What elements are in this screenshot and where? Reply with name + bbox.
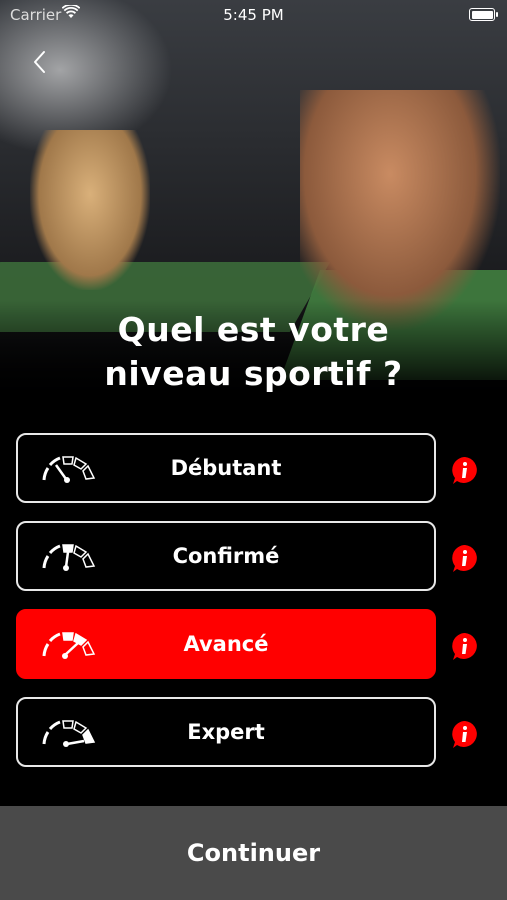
battery-icon [469, 8, 498, 21]
continue-button-label: Continuer [186, 839, 321, 867]
level-option-confirme[interactable]: Confirmé [16, 521, 436, 591]
level-label: Avancé [183, 632, 269, 656]
clock: 5:45 PM [223, 6, 284, 24]
info-icon[interactable] [450, 719, 480, 749]
level-label: Confirmé [172, 544, 280, 568]
continue-button[interactable]: Continuer [0, 806, 507, 900]
info-icon[interactable] [450, 631, 480, 661]
level-option-expert[interactable]: Expert [16, 697, 436, 767]
athlete-figure [30, 130, 150, 290]
page-title-line-2: niveau sportif ? [104, 354, 403, 393]
level-label: Expert [187, 720, 265, 744]
page-title-line-1: Quel est votre [117, 310, 390, 349]
back-chevron-icon[interactable] [28, 48, 52, 76]
level-option-debutant[interactable]: Débutant [16, 433, 436, 503]
page-title: Quel est votre niveau sportif ? [0, 308, 507, 396]
level-option-avance[interactable]: Avancé [16, 609, 436, 679]
level-label: Débutant [170, 456, 282, 480]
athlete-figure [300, 90, 500, 330]
info-icon[interactable] [450, 455, 480, 485]
info-icon[interactable] [450, 543, 480, 573]
status-bar: Carrier 5:45 PM [0, 0, 507, 28]
